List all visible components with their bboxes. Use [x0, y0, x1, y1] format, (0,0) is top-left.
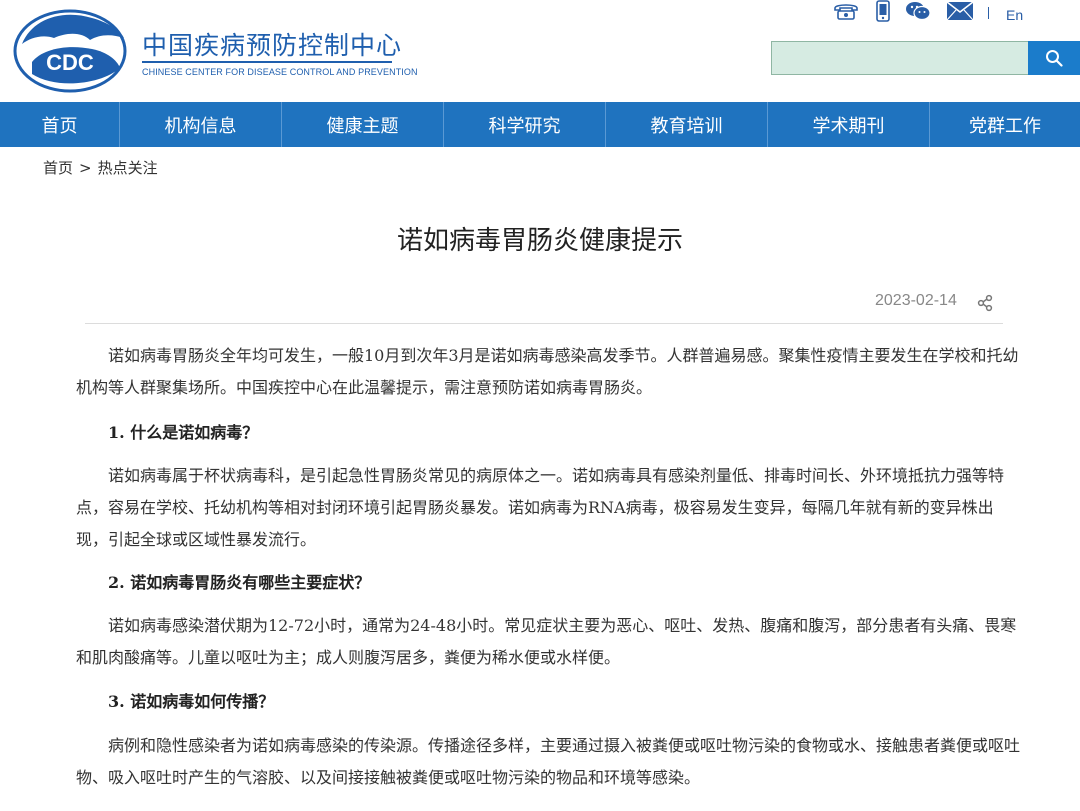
- section-body: 诺如病毒感染潜伏期为12-72小时，通常为24-48小时。常见症状主要为恶心、呕…: [76, 616, 1017, 667]
- mobile-icon[interactable]: [874, 0, 892, 22]
- nav-item-education[interactable]: 教育培训: [606, 102, 768, 147]
- mail-icon[interactable]: [946, 0, 974, 22]
- share-icon[interactable]: [976, 294, 994, 312]
- nav-item-health-topics[interactable]: 健康主题: [282, 102, 444, 147]
- section-heading: 1. 什么是诺如病毒？: [108, 423, 259, 442]
- nav-item-institution[interactable]: 机构信息: [120, 102, 282, 147]
- site-header: CDC 中国疾病预防控制中心 CHINESE CENTER FOR DISEAS…: [0, 0, 1080, 102]
- top-divider: [988, 7, 989, 19]
- nav-item-research[interactable]: 科学研究: [444, 102, 606, 147]
- language-switch-en[interactable]: En: [1006, 7, 1023, 23]
- breadcrumb-current[interactable]: 热点关注: [98, 157, 158, 178]
- section-body: 病例和隐性感染者为诺如病毒感染的传染源。传播途径多样，主要通过摄入被粪便或呕吐物…: [76, 736, 1021, 787]
- title-divider: [85, 323, 1003, 324]
- article-intro: 诺如病毒胃肠炎全年均可发生，一般10月到次年3月是诺如病毒感染高发季节。人群普遍…: [76, 346, 1019, 397]
- search-button[interactable]: [1028, 41, 1080, 75]
- search-input[interactable]: [771, 41, 1028, 75]
- breadcrumb-home[interactable]: 首页: [43, 157, 73, 178]
- breadcrumb-separator: >: [79, 158, 92, 177]
- brand-name-en[interactable]: CHINESE CENTER FOR DISEASE CONTROL AND P…: [142, 67, 418, 77]
- cdc-logo[interactable]: CDC: [12, 4, 128, 96]
- brand-divider: [142, 61, 392, 63]
- nav-item-journals[interactable]: 学术期刊: [768, 102, 930, 147]
- article-date: 2023-02-14: [875, 292, 957, 309]
- brand-name-cn[interactable]: 中国疾病预防控制中心: [142, 26, 402, 62]
- section-heading: 3. 诺如病毒如何传播？: [108, 692, 275, 711]
- nav-item-party-work[interactable]: 党群工作: [930, 102, 1080, 147]
- wechat-icon[interactable]: [905, 0, 931, 22]
- main-nav: 首页 机构信息 健康主题 科学研究 教育培训 学术期刊 党群工作: [0, 102, 1080, 147]
- section-heading: 2. 诺如病毒胃肠炎有哪些主要症状？: [108, 573, 371, 592]
- nav-item-home[interactable]: 首页: [0, 102, 120, 147]
- breadcrumb: 首页 > 热点关注: [43, 157, 158, 178]
- svg-text:CDC: CDC: [46, 50, 94, 75]
- phone-icon[interactable]: [832, 0, 860, 22]
- article-title: 诺如病毒胃肠炎健康提示: [396, 226, 683, 256]
- search-bar: [771, 41, 1080, 75]
- search-icon: [1046, 50, 1063, 67]
- section-body: 诺如病毒属于杯状病毒科，是引起急性胃肠炎常见的病原体之一。诺如病毒具有感染剂量低…: [76, 466, 1005, 549]
